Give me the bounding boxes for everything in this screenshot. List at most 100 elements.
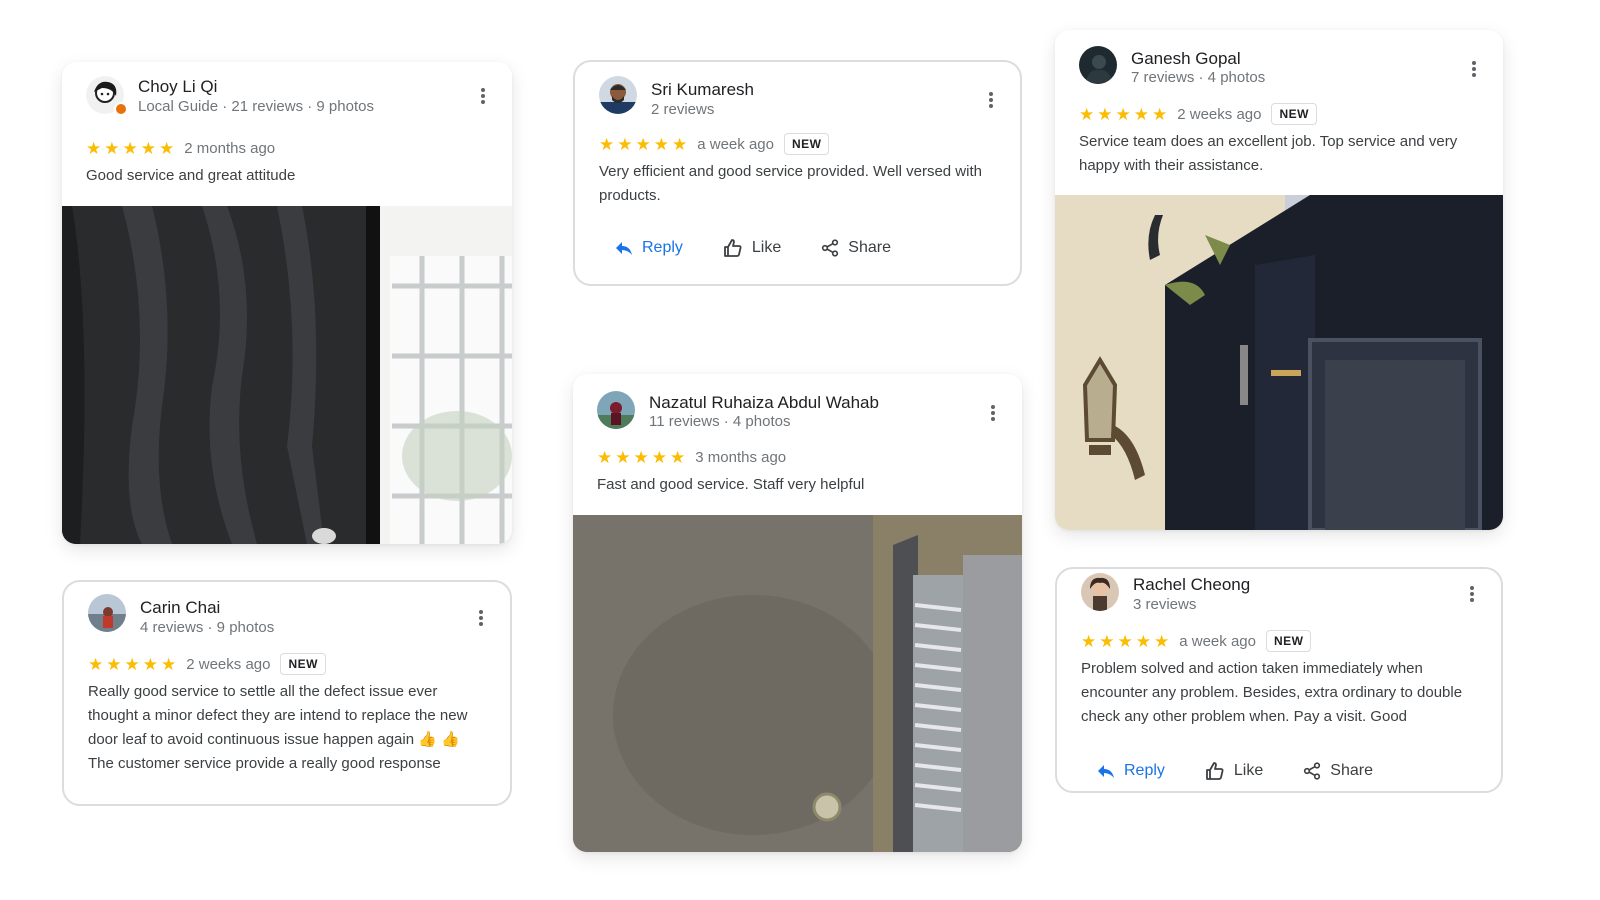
star-icon: ★ [635, 134, 651, 154]
reviewer-meta: 11 reviews · 4 photos [649, 413, 791, 430]
reviewer-meta: 7 reviews · 4 photos [1131, 69, 1266, 86]
rating-row: ★ ★ ★ ★ ★ 3 months ago [597, 445, 796, 469]
thumbs-up-icon [1206, 762, 1224, 780]
star-icon: ★ [653, 134, 669, 154]
review-card: Nazatul Ruhaiza Abdul Wahab 11 reviews ·… [573, 374, 1022, 852]
reply-arrow-icon [616, 242, 632, 255]
share-button[interactable]: Share [821, 239, 891, 257]
reviewer-name[interactable]: Sri Kumaresh [651, 80, 754, 100]
avatar[interactable] [1079, 46, 1117, 84]
rating-row: ★ ★ ★ ★ ★ 2 months ago [86, 136, 285, 160]
star-icon: ★ [597, 447, 613, 467]
review-photo[interactable] [1055, 195, 1503, 530]
like-button[interactable]: Like [1205, 761, 1263, 781]
more-vert-icon[interactable] [1469, 586, 1475, 604]
star-icon: ★ [140, 138, 156, 158]
review-text: Good service and great attitude [86, 167, 296, 184]
review-header: Carin Chai 4 reviews · 9 photos [64, 582, 510, 636]
star-icon: ★ [633, 447, 649, 467]
review-card: Rachel Cheong 3 reviews ★ ★ ★ ★ ★ a week ago… [1055, 567, 1503, 793]
avatar[interactable] [88, 594, 126, 632]
more-vert-icon[interactable] [988, 92, 994, 110]
more-vert-icon[interactable] [478, 610, 484, 628]
star-icon: ★ [124, 654, 140, 674]
star-rating: ★ ★ ★ ★ ★ [597, 449, 685, 466]
reviewer-name[interactable]: Ganesh Gopal [1131, 49, 1241, 69]
review-age: 2 weeks ago [186, 655, 271, 673]
review-text: Problem solved and action taken immediat… [1081, 660, 1463, 725]
star-icon: ★ [88, 654, 104, 674]
local-guide-badge-icon [114, 102, 128, 116]
star-icon: ★ [651, 447, 667, 467]
reviewer-name[interactable]: Nazatul Ruhaiza Abdul Wahab [649, 393, 879, 413]
review-age: 3 months ago [695, 448, 787, 466]
star-icon: ★ [599, 134, 615, 154]
reviewer-name[interactable]: Rachel Cheong [1133, 575, 1250, 595]
review-actions: Reply Like Share [615, 238, 891, 258]
review-card: Ganesh Gopal 7 reviews · 4 photos ★ ★ ★ ★ ★ … [1055, 30, 1503, 530]
star-icon: ★ [1152, 104, 1168, 124]
star-rating: ★ ★ ★ ★ ★ [1081, 633, 1169, 650]
star-icon: ★ [670, 447, 686, 467]
review-photo[interactable] [62, 206, 512, 544]
star-rating: ★ ★ ★ ★ ★ [599, 136, 687, 153]
star-icon: ★ [161, 654, 177, 674]
share-button[interactable]: Share [1303, 762, 1373, 780]
new-badge: NEW [1265, 630, 1312, 652]
review-header: Nazatul Ruhaiza Abdul Wahab 11 reviews ·… [573, 374, 1022, 430]
review-age: 2 weeks ago [1177, 105, 1262, 123]
reply-button[interactable]: Reply [615, 239, 683, 257]
review-card: Choy Li Qi Local Guide · 21 reviews · 9 … [62, 62, 512, 544]
rating-row: ★ ★ ★ ★ ★ 2 weeks ago NEW [1079, 102, 1317, 126]
reply-label: Reply [1124, 762, 1165, 779]
star-icon: ★ [106, 654, 122, 674]
rating-row: ★ ★ ★ ★ ★ a week ago NEW [1081, 629, 1312, 653]
star-icon: ★ [1097, 104, 1113, 124]
avatar[interactable] [1081, 573, 1119, 611]
star-icon: ★ [1154, 631, 1170, 651]
share-icon [822, 239, 839, 257]
like-label: Like [751, 239, 782, 256]
new-badge: NEW [783, 133, 830, 155]
review-text: Very efficient and good service provided… [599, 163, 982, 204]
star-icon: ★ [159, 138, 175, 158]
review-age: a week ago [1179, 632, 1256, 650]
reply-label: Reply [642, 239, 683, 256]
review-photo[interactable] [573, 515, 1022, 852]
review-header: Rachel Cheong 3 reviews [1057, 569, 1501, 619]
more-vert-icon[interactable] [480, 88, 486, 106]
star-rating: ★ ★ ★ ★ ★ [1079, 106, 1167, 123]
review-text: Fast and good service. Staff very helpfu… [597, 476, 865, 493]
more-vert-icon[interactable] [990, 405, 996, 423]
star-icon: ★ [1133, 104, 1149, 124]
reviewer-meta: 3 reviews [1133, 596, 1197, 613]
review-text: Service team does an excellent job. Top … [1079, 133, 1458, 174]
new-badge: NEW [280, 653, 326, 675]
star-icon: ★ [672, 134, 688, 154]
thumbs-up-icon [724, 239, 742, 257]
like-button[interactable]: Like [723, 238, 781, 258]
star-icon: ★ [142, 654, 158, 674]
reviewer-meta: 2 reviews [651, 101, 715, 118]
avatar[interactable] [597, 391, 635, 429]
review-card: Sri Kumaresh 2 reviews ★ ★ ★ ★ ★ a week ago … [573, 60, 1022, 286]
star-icon: ★ [1115, 104, 1131, 124]
share-icon [1304, 762, 1321, 780]
star-rating: ★ ★ ★ ★ ★ [86, 140, 174, 157]
reviewer-name[interactable]: Carin Chai [140, 598, 220, 618]
rating-row: ★ ★ ★ ★ ★ 2 weeks ago NEW [88, 652, 326, 676]
star-icon: ★ [1117, 631, 1133, 651]
review-card: Carin Chai 4 reviews · 9 photos ★ ★ ★ ★ ★ 2 … [62, 580, 512, 806]
star-icon: ★ [1081, 631, 1097, 651]
review-age: 2 months ago [184, 139, 276, 157]
reviewer-meta: 4 reviews · 9 photos [140, 619, 275, 636]
more-vert-icon[interactable] [1471, 61, 1477, 79]
review-header: Sri Kumaresh 2 reviews [575, 62, 1020, 118]
review-actions: Reply Like Share [1097, 761, 1373, 781]
review-text: Really good service to settle all the de… [88, 683, 468, 772]
reviewer-meta: Local Guide · 21 reviews · 9 photos [138, 98, 374, 115]
reply-button[interactable]: Reply [1097, 762, 1165, 780]
share-label: Share [848, 239, 891, 256]
reviewer-name[interactable]: Choy Li Qi [138, 77, 217, 97]
avatar[interactable] [599, 76, 637, 114]
